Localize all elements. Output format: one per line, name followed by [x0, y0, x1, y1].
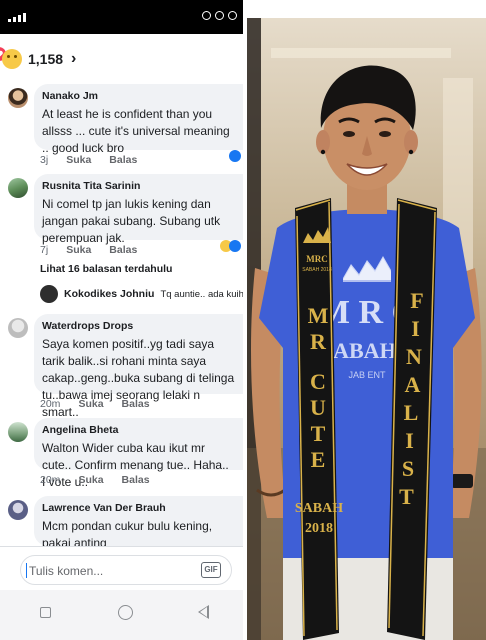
alarm-icon [202, 11, 211, 20]
comment-meta: 20m Suka Balas [40, 474, 150, 486]
comment-meta: 7j Suka Balas [40, 244, 137, 256]
comment-bubble: Waterdrops Drops Saya komen positif..yg … [34, 314, 243, 419]
avatar[interactable] [8, 422, 28, 442]
reply-button[interactable]: Balas [109, 244, 137, 256]
android-navigation-bar [0, 590, 243, 640]
avatar[interactable] [8, 500, 28, 520]
comment-input-placeholder: Tulis komen... [25, 563, 104, 578]
comment-input[interactable]: Tulis komen... GIF [20, 555, 232, 585]
shirt-print-small: JAB ENT [348, 370, 386, 380]
contestant-photo: M R C SABAH 2 JAB ENT MRC SABAH 2018 M R… [247, 18, 486, 640]
reactions-summary[interactable]: 1,158 › [0, 44, 76, 74]
sash-right-letter: T [399, 484, 414, 509]
reply-button[interactable]: Balas [109, 154, 137, 166]
comment-text: Ni comel tp jan lukis kening dan jangan … [42, 197, 221, 245]
reaction-count: 1,158 [28, 51, 64, 67]
avatar[interactable] [8, 318, 28, 338]
sash-right-letter: A [405, 372, 421, 397]
sash-badge-title: MRC [306, 254, 328, 264]
contestant-illustration: M R C SABAH 2 JAB ENT MRC SABAH 2018 MRC… [247, 18, 486, 640]
comment-time: 7j [40, 244, 49, 256]
comment-author[interactable]: Nanako Jm [42, 90, 235, 102]
sash-left-letter: R [310, 329, 327, 354]
recent-apps-icon[interactable] [40, 607, 51, 618]
status-icons [202, 11, 237, 20]
comment-time: 20m [40, 474, 61, 486]
sash-right-letter: I [411, 316, 420, 341]
comment-bubble: Rusnita Tita Sarinin Ni comel tp jan luk… [34, 174, 243, 245]
reply-button[interactable]: Balas [122, 474, 150, 486]
chevron-right-icon[interactable]: › [71, 50, 76, 68]
back-icon[interactable] [198, 605, 209, 619]
comment-author[interactable]: Lawrence Van Der Brauh [42, 502, 235, 514]
sash-right-letter: L [404, 400, 419, 425]
comment-composer: Tulis komen... GIF [0, 546, 243, 590]
sash-right-letter: F [410, 288, 423, 313]
haha-reaction-icon [2, 49, 22, 69]
signal-icon [8, 13, 26, 22]
sash-left-letter: M [308, 303, 329, 328]
sash-bottom-label: SABAH [295, 501, 343, 516]
sash-left-letter: E [311, 447, 326, 472]
facebook-comments-screen: 1,158 › Nanako Jm At least he is confide… [0, 0, 243, 640]
reply-text: Tq auntie.. ada kuih le [160, 288, 243, 300]
comment-bubble: Lawrence Van Der Brauh Mcm pondan cukur … [34, 496, 243, 550]
comment-author[interactable]: Rusnita Tita Sarinin [42, 180, 235, 192]
avatar[interactable] [8, 178, 28, 198]
reply-author[interactable]: Kokodikes Johniu [64, 288, 154, 300]
like-reaction-icon [229, 150, 241, 162]
avatar[interactable] [8, 88, 28, 108]
sash-left-letter: C [310, 369, 326, 394]
sync-icon [215, 11, 224, 20]
comment-bubble: Angelina Bheta Walton Wider cuba kau iku… [34, 418, 243, 489]
comment-author[interactable]: Angelina Bheta [42, 424, 235, 436]
comment-bubble: Nanako Jm At least he is confident than … [34, 84, 243, 155]
sash-right-letter: S [402, 456, 414, 481]
reply-button[interactable]: Balas [122, 398, 150, 410]
reply-preview[interactable]: Kokodikes Johniu Tq auntie.. ada kuih le [40, 284, 243, 304]
comment-reactions[interactable] [229, 150, 241, 162]
like-button[interactable]: Suka [66, 244, 91, 256]
comment-author[interactable]: Waterdrops Drops [42, 320, 235, 332]
settings-icon [228, 11, 237, 20]
sash-right-letter: N [406, 344, 422, 369]
like-button[interactable]: Suka [78, 474, 103, 486]
avatar[interactable] [40, 285, 58, 303]
view-previous-replies-link[interactable]: Lihat 16 balasan terdahulu [40, 263, 172, 275]
sash-left-letter: T [311, 421, 326, 446]
sash-right-letter: I [405, 428, 414, 453]
sash-bottom-year: 2018 [305, 521, 333, 536]
home-icon[interactable] [118, 605, 133, 620]
sash-left-letter: U [310, 395, 326, 420]
like-button[interactable]: Suka [66, 154, 91, 166]
like-reaction-icon [229, 240, 241, 252]
like-button[interactable]: Suka [78, 398, 103, 410]
comment-meta: 3j Suka Balas [40, 154, 137, 166]
comment-time: 3j [40, 154, 49, 166]
gif-button[interactable]: GIF [201, 562, 221, 578]
sash-badge-subtitle: SABAH 2018 [302, 267, 332, 273]
comment-reactions[interactable] [220, 240, 241, 252]
status-bar [0, 0, 243, 34]
comment-text: At least he is confident than you allsss… [42, 107, 230, 155]
comment-time: 20m [40, 398, 61, 410]
comment-meta: 20m Suka Balas [40, 398, 150, 410]
